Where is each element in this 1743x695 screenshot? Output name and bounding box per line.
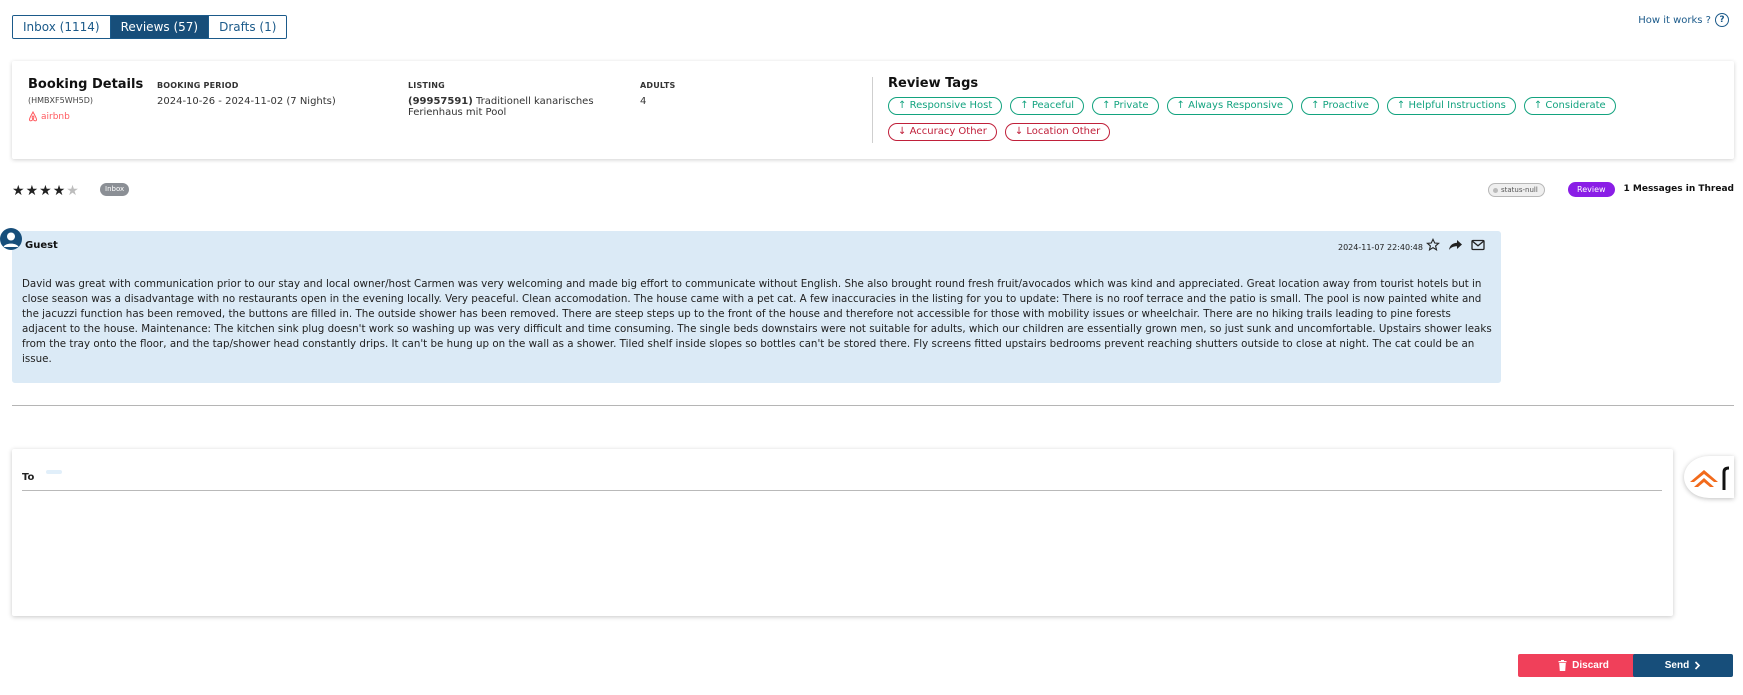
tab-inbox[interactable]: Inbox (1114) (13, 16, 111, 38)
tag-arrow-down-icon: ↓ (898, 126, 907, 137)
booking-source-label: airbnb (41, 111, 70, 122)
booking-details-title: Booking Details (28, 77, 144, 92)
adults-label: ADULTS (640, 81, 676, 90)
review-tag[interactable]: ↑ Helpful Instructions (1386, 97, 1516, 115)
send-label: Send (1664, 660, 1690, 671)
discard-button[interactable]: Discard (1518, 654, 1649, 677)
review-tag[interactable]: ↓ Accuracy Other (888, 123, 997, 141)
review-tag-label: Always Responsive (1188, 100, 1284, 111)
send-button[interactable]: Send (1633, 654, 1733, 677)
mailbox-tabs: Inbox (1114) Reviews (57) Drafts (1) (12, 15, 288, 39)
discard-label: Discard (1572, 660, 1609, 671)
review-tags-title: Review Tags (888, 76, 979, 91)
to-field-underline (22, 490, 1662, 491)
how-it-works-link[interactable]: How it works ? ? (1638, 13, 1729, 27)
review-tag-label: Proactive (1322, 100, 1369, 111)
chevron-right-icon (1695, 661, 1701, 670)
question-circle-icon: ? (1715, 13, 1729, 27)
tag-arrow-up-icon: ↑ (1533, 100, 1543, 111)
how-it-works-label: How it works ? (1638, 14, 1711, 26)
thread-count: 1 Messages in Thread (1623, 184, 1734, 194)
tag-arrow-down-icon: ↓ (1014, 126, 1024, 137)
tab-drafts[interactable]: Drafts (1) (209, 16, 287, 38)
review-tag-label: Location Other (1026, 126, 1101, 137)
review-tag-label: Peaceful (1031, 100, 1075, 111)
booking-period-label: BOOKING PERIOD (157, 81, 239, 90)
star-filled-icon: ★ (25, 183, 40, 199)
adults-value: 4 (640, 96, 647, 107)
tab-reviews[interactable]: Reviews (57) (110, 16, 210, 38)
star-rating: ★★★★★ (12, 183, 80, 199)
tag-arrow-up-icon: ↑ (1396, 100, 1406, 111)
tag-arrow-up-icon: ↑ (1102, 100, 1111, 111)
message-bubble: Guest 2024-11-07 22:40:48 David was grea… (12, 231, 1501, 383)
star-empty-icon: ★ (66, 183, 80, 199)
trash-icon (1558, 660, 1567, 671)
to-label: To (22, 472, 35, 483)
airbnb-icon (28, 111, 38, 122)
status-dot-icon (1493, 187, 1498, 193)
star-outline-icon[interactable] (1426, 238, 1440, 252)
review-tag[interactable]: ↑ Peaceful (1010, 97, 1085, 115)
tag-arrow-up-icon: ↑ (1176, 100, 1185, 111)
star-filled-icon: ★ (12, 183, 26, 199)
message-body: David was great with communication prior… (22, 278, 1492, 365)
tag-arrow-up-icon: ↑ (1020, 100, 1029, 111)
message-sender: Guest (25, 240, 58, 251)
listing-id: (99957591) (408, 96, 473, 107)
review-tag-label: Responsive Host (909, 100, 993, 111)
review-tag-label: Private (1113, 100, 1149, 111)
booking-code: (HMBXF5WH5D) (28, 96, 93, 105)
status-badge: status-null (1488, 183, 1545, 197)
review-tag-label: Accuracy Other (909, 126, 987, 137)
review-tag-label: Considerate (1545, 100, 1606, 111)
forward-icon[interactable] (1448, 238, 1463, 252)
star-filled-icon: ★ (39, 183, 53, 199)
guest-avatar-icon (0, 228, 22, 250)
review-tags-list: ↑ Responsive Host ↑ Peaceful ↑ Private ↑… (888, 97, 1718, 141)
mail-icon[interactable] (1471, 239, 1485, 251)
listing-value: (99957591) Traditionell kanarisches Feri… (408, 96, 608, 118)
review-tag[interactable]: ↓ Location Other (1004, 123, 1111, 141)
assistant-logo-icon[interactable] (1684, 456, 1734, 498)
tag-arrow-up-icon: ↑ (898, 100, 907, 111)
review-tag[interactable]: ↑ Private (1092, 97, 1159, 115)
star-filled-icon: ★ (52, 183, 67, 199)
message-actions (1426, 238, 1485, 252)
review-tag[interactable]: ↑ Considerate (1523, 97, 1616, 115)
review-tag[interactable]: ↑ Proactive (1301, 97, 1379, 115)
booking-source: airbnb (28, 111, 70, 122)
review-tag-label: Helpful Instructions (1408, 100, 1506, 111)
booking-details-card: Booking Details (HMBXF5WH5D) airbnb BOOK… (12, 61, 1734, 159)
review-type-badge: Review (1568, 182, 1615, 197)
review-tag[interactable]: ↑ Always Responsive (1166, 97, 1294, 115)
status-label: status-null (1501, 186, 1538, 194)
listing-label: LISTING (408, 81, 445, 90)
source-badge: Inbox (100, 183, 130, 196)
booking-period-value: 2024-10-26 - 2024-11-02 (7 Nights) (157, 96, 336, 107)
message-timestamp: 2024-11-07 22:40:48 (1338, 243, 1423, 252)
section-divider (12, 405, 1734, 406)
tag-arrow-up-icon: ↑ (1311, 100, 1320, 111)
card-divider (872, 77, 873, 143)
reply-composer[interactable]: To (12, 449, 1673, 616)
recipient-chip[interactable] (46, 470, 62, 474)
review-tag[interactable]: ↑ Responsive Host (888, 97, 1003, 115)
